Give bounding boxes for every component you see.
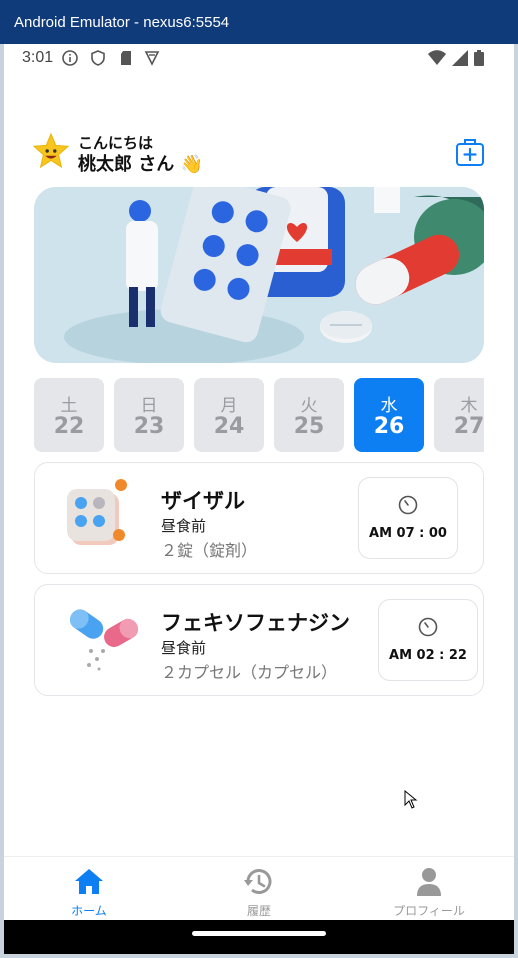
date-selector: 土 22 日 23 月 24 火 25 水 26 木 27	[34, 378, 484, 454]
medication-dose: ２錠（錠剤）	[161, 541, 258, 560]
status-time: 3:01	[22, 49, 54, 66]
pill-blister-icon	[67, 479, 127, 545]
window-title: Android Emulator - nexus6:5554	[14, 14, 230, 31]
day-weekday: 木	[460, 396, 478, 416]
greeting-header: こんにちは 桃太郎 さん 👋	[32, 132, 492, 176]
day-item-selected[interactable]: 水 26	[354, 378, 424, 452]
gesture-bar	[4, 920, 514, 954]
dose-time-box[interactable]: AM 02 : 22	[378, 599, 478, 681]
day-item[interactable]: 日 23	[114, 378, 184, 452]
emulator-title-bar: Android Emulator - nexus6:5554	[0, 0, 518, 44]
day-weekday: 土	[60, 396, 78, 416]
medication-dose: ２カプセル（カプセル）	[161, 663, 338, 682]
dose-time-box[interactable]: AM 07 : 00	[358, 477, 458, 559]
star-face-icon	[32, 132, 70, 169]
medication-card[interactable]: ザイザル 昼食前 ２錠（錠剤） AM 07 : 00	[34, 462, 484, 574]
medication-card[interactable]: フェキソフェナジン 昼食前 ２カプセル（カプセル） AM 02 : 22	[34, 584, 484, 696]
day-date: 25	[293, 414, 325, 439]
user-name: 桃太郎 さん 👋	[78, 154, 203, 175]
mouse-cursor-icon	[404, 790, 418, 809]
medication-timing: 昼食前	[161, 639, 207, 657]
hero-illustration	[34, 187, 484, 363]
day-item[interactable]: 月 24	[194, 378, 264, 452]
day-weekday: 日	[140, 396, 158, 416]
sd-card-icon	[121, 51, 131, 65]
dose-time: AM 02 : 22	[389, 648, 467, 663]
home-icon	[75, 869, 103, 894]
day-date: 22	[53, 414, 85, 439]
profile-icon	[417, 868, 441, 896]
day-date: 27	[453, 414, 484, 439]
timer-icon	[418, 617, 438, 637]
nav-label: 履歴	[246, 904, 271, 918]
day-date: 24	[213, 414, 245, 439]
shield-icon	[91, 50, 105, 66]
history-icon	[244, 869, 272, 894]
shield-outline-icon	[144, 51, 160, 66]
day-date: 23	[133, 414, 165, 439]
timer-icon	[398, 495, 418, 515]
home-indicator[interactable]	[192, 931, 326, 936]
day-weekday: 水	[380, 396, 398, 416]
day-item[interactable]: 火 25	[274, 378, 344, 452]
status-bar: 3:01	[4, 44, 514, 72]
day-item[interactable]: 木 27	[434, 378, 484, 452]
capsule-icon	[69, 609, 139, 671]
phone-screen: 3:01 こんにちは 桃太郎 さん 👋 土 22 日 23 月 24 火 25 …	[4, 44, 514, 954]
battery-icon	[474, 50, 484, 66]
day-date: 26	[373, 414, 405, 439]
nav-label: プロフィール	[393, 904, 465, 918]
wifi-icon	[428, 50, 446, 65]
bottom-nav: ホーム 履歴 プロフィール	[4, 856, 514, 921]
add-medicine-icon[interactable]	[454, 136, 486, 168]
day-item[interactable]: 土 22	[34, 378, 104, 452]
day-weekday: 月	[220, 396, 238, 416]
medication-name: フェキソフェナジン	[161, 611, 350, 635]
medication-timing: 昼食前	[161, 517, 207, 535]
day-weekday: 火	[300, 396, 318, 416]
nav-label: ホーム	[71, 904, 107, 918]
medication-name: ザイザル	[161, 489, 245, 513]
signal-icon	[452, 50, 468, 66]
info-icon	[62, 50, 78, 66]
dose-time: AM 07 : 00	[369, 526, 447, 541]
